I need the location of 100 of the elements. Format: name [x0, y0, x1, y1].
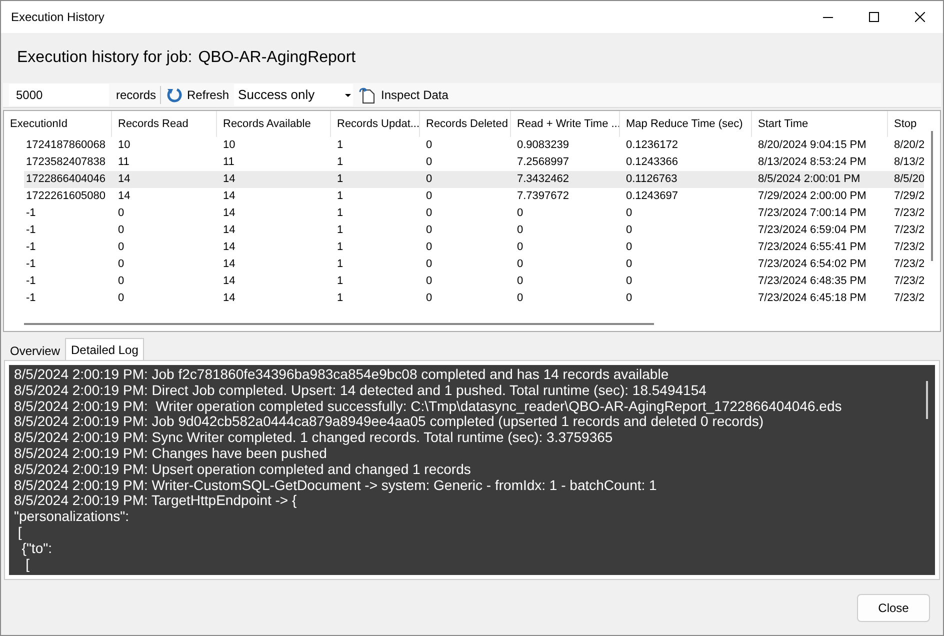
table-cell-text: 1 — [336, 155, 344, 170]
table-cell-text: 1 — [336, 206, 344, 222]
table-cell-text: 7/23/2024 6:59:04 PM — [757, 223, 868, 238]
table-cell-text: 7/23/2 — [893, 291, 924, 306]
table-cell-text: 1 — [336, 257, 344, 272]
table-cell-text: 0 — [117, 291, 126, 306]
table-cell-text: 7/23/2024 6:55:41 PM — [757, 240, 868, 256]
log-line: 8/5/2024 2:00:19 PM: Writer operation completed successfully: C:\Tmp\datasync_reader\QBO-AR-AgingReport_1722866404046.eds — [14, 398, 842, 414]
table-row[interactable]: 1722866404046 14 14 1 0 7.3432462 0.1126763 8/5/2024 2:00:01 PM 8/5/20 — [24, 171, 924, 188]
table-row[interactable]: -1 0 14 1 0 0 0 7/23/2024 6:54:02 PM 7/23/2 — [24, 256, 924, 273]
log-line: "personalizations": — [14, 509, 130, 525]
table-cell-text: 0 — [516, 257, 524, 272]
log-line: [ — [26, 556, 30, 572]
column-header[interactable]: Records Updat... — [331, 111, 420, 137]
log-line: 8/5/2024 2:00:19 PM: Job f2c781860fe34396ba983ca854e9bc08 completed and has 14 records available — [14, 367, 669, 383]
table-cell-text: 0 — [117, 223, 126, 238]
table-cell-text: 8/5/2024 2:00:01 PM — [757, 172, 862, 188]
close-icon — [915, 12, 925, 22]
table-cell-text: 0 — [425, 189, 434, 204]
table-cell-text: 0 — [516, 291, 524, 306]
table-cell-text: 0.1236172 — [625, 138, 679, 154]
table-cell-text: 14 — [222, 291, 236, 306]
table-cell-text: -1 — [25, 257, 37, 272]
table-cell-text: 14 — [222, 257, 236, 272]
column-header[interactable]: Records Read — [112, 111, 217, 137]
table-cell-text: 14 — [117, 172, 132, 188]
table-cell-text: 0 — [516, 274, 524, 290]
table-cell-text: 1722866404046 — [25, 172, 107, 188]
inspect-data-button[interactable]: Inspect Data — [359, 86, 448, 104]
table-cell-text: 14 — [222, 189, 236, 204]
table-cell-text: 8/13/2024 8:53:24 PM — [757, 155, 868, 170]
job-name: QBO-AR-AgingReport — [198, 48, 356, 68]
table-row[interactable]: -1 0 14 1 0 0 0 7/23/2024 6:48:35 PM 7/23/2 — [24, 273, 924, 290]
refresh-button[interactable]: Refresh — [165, 86, 230, 104]
table-cell-text: 1 — [336, 138, 344, 154]
table-cell-text: -1 — [25, 206, 37, 222]
table-cell-text: 0 — [625, 274, 634, 290]
table-row[interactable]: 1722261605080 14 14 1 0 7.7397672 0.1243697 7/29/2024 2:00:00 PM 7/29/2 — [24, 188, 924, 205]
table-cell-text: 0 — [516, 240, 524, 256]
close-dialog-button[interactable]: Close — [857, 594, 930, 622]
log-line: {"to": — [22, 540, 52, 557]
records-label: records — [116, 87, 156, 104]
log-line: 8/5/2024 2:00:19 PM: Job 9d042cb582a0444ca879a8949ee4aa05 completed (upserted 1 records and deleted 0 records) — [14, 414, 764, 430]
table-cell-text: 7.7397672 — [516, 189, 570, 204]
table-cell-text: 0 — [425, 274, 434, 290]
table-cell-text: 8/20/2 — [893, 138, 924, 154]
table-row[interactable]: 1724187860068 10 10 1 0 0.9083239 0.1236172 8/20/2024 9:04:15 PM 8/20/2 — [24, 137, 924, 154]
table-cell-text: 7/23/2024 6:45:18 PM — [757, 291, 868, 306]
column-header[interactable]: Records Deleted — [420, 111, 511, 137]
table-cell-text: 0 — [625, 257, 634, 272]
table-cell-text: 1 — [336, 189, 344, 204]
column-header[interactable]: Start Time — [752, 111, 888, 137]
table-cell-text: 1 — [336, 223, 344, 238]
table-cell-text: 0 — [516, 223, 524, 238]
table-cell-text: 7.2568997 — [516, 155, 570, 170]
heading-label: Execution history for job: — [17, 48, 192, 68]
maximize-icon — [869, 12, 879, 22]
table-cell-text: 14 — [222, 240, 236, 256]
table-cell-text: 0 — [625, 206, 634, 222]
table-cell-text: -1 — [25, 291, 37, 306]
table-cell-text: 0 — [425, 240, 434, 256]
table-cell-text: 7/23/2 — [893, 274, 924, 290]
table-cell-text: 0 — [425, 223, 434, 238]
table-row[interactable]: -1 0 14 1 0 0 0 7/23/2024 6:59:04 PM 7/23/2 — [24, 222, 924, 239]
table-cell-text: -1 — [25, 223, 37, 238]
column-header[interactable]: ExecutionId — [4, 111, 112, 137]
table-cell-text: 0 — [425, 138, 434, 154]
table-cell-text: 0 — [117, 274, 126, 290]
table-cell-text: 1 — [336, 240, 344, 256]
log-line: 8/5/2024 2:00:19 PM: TargetHttpEndpoint -> { — [14, 493, 297, 510]
table-cell-text: 0.1243366 — [625, 155, 679, 170]
column-header[interactable]: Map Reduce Time (sec) — [620, 111, 752, 137]
table-cell-text: 8/5/20 — [893, 172, 924, 188]
filter-dropdown[interactable]: Success only — [234, 84, 354, 106]
column-header[interactable]: Read + Write Time ... — [511, 111, 620, 137]
table-cell-text: 1 — [336, 291, 344, 306]
table-cell-text: -1 — [25, 240, 37, 256]
column-header[interactable]: Records Available — [217, 111, 331, 137]
table-cell-text: 14 — [222, 172, 236, 188]
table-row[interactable]: -1 0 14 1 0 0 0 7/23/2024 6:55:41 PM 7/23/2 — [24, 239, 924, 256]
document-icon — [359, 86, 376, 104]
records-field[interactable]: 5000 — [9, 84, 109, 106]
table-cell-text: 0.1243697 — [625, 189, 679, 204]
log-line: 8/5/2024 2:00:19 PM: Upsert operation completed and changed 1 records — [14, 462, 471, 478]
table-cell-text: 1 — [336, 274, 344, 290]
refresh-icon — [166, 86, 184, 104]
table-cell-text: 0 — [117, 257, 126, 272]
table-cell-text: 0 — [425, 257, 434, 272]
table-row[interactable]: 1723582407838 11 11 1 0 7.2568997 0.1243366 8/13/2024 8:53:24 PM 8/13/2 — [24, 154, 924, 171]
table-cell-text: 10 — [222, 138, 236, 154]
table-cell-text: 11 — [117, 155, 130, 170]
minimize-icon — [823, 16, 833, 18]
table-row[interactable]: -1 0 14 1 0 0 0 7/23/2024 6:45:18 PM 7/23/2 — [24, 290, 924, 307]
table-cell-text: 7/23/2 — [893, 206, 924, 222]
tab[interactable]: Detailed Log — [65, 338, 144, 360]
table-cell-text: -1 — [25, 274, 37, 290]
table-row[interactable]: -1 0 14 1 0 0 0 7/23/2024 7:00:14 PM 7/23/2 — [24, 205, 924, 222]
table-cell-text: 7/23/2024 6:48:35 PM — [757, 274, 868, 290]
table-cell-text: 14 — [222, 274, 236, 290]
table-cell-text: 14 — [117, 189, 132, 204]
